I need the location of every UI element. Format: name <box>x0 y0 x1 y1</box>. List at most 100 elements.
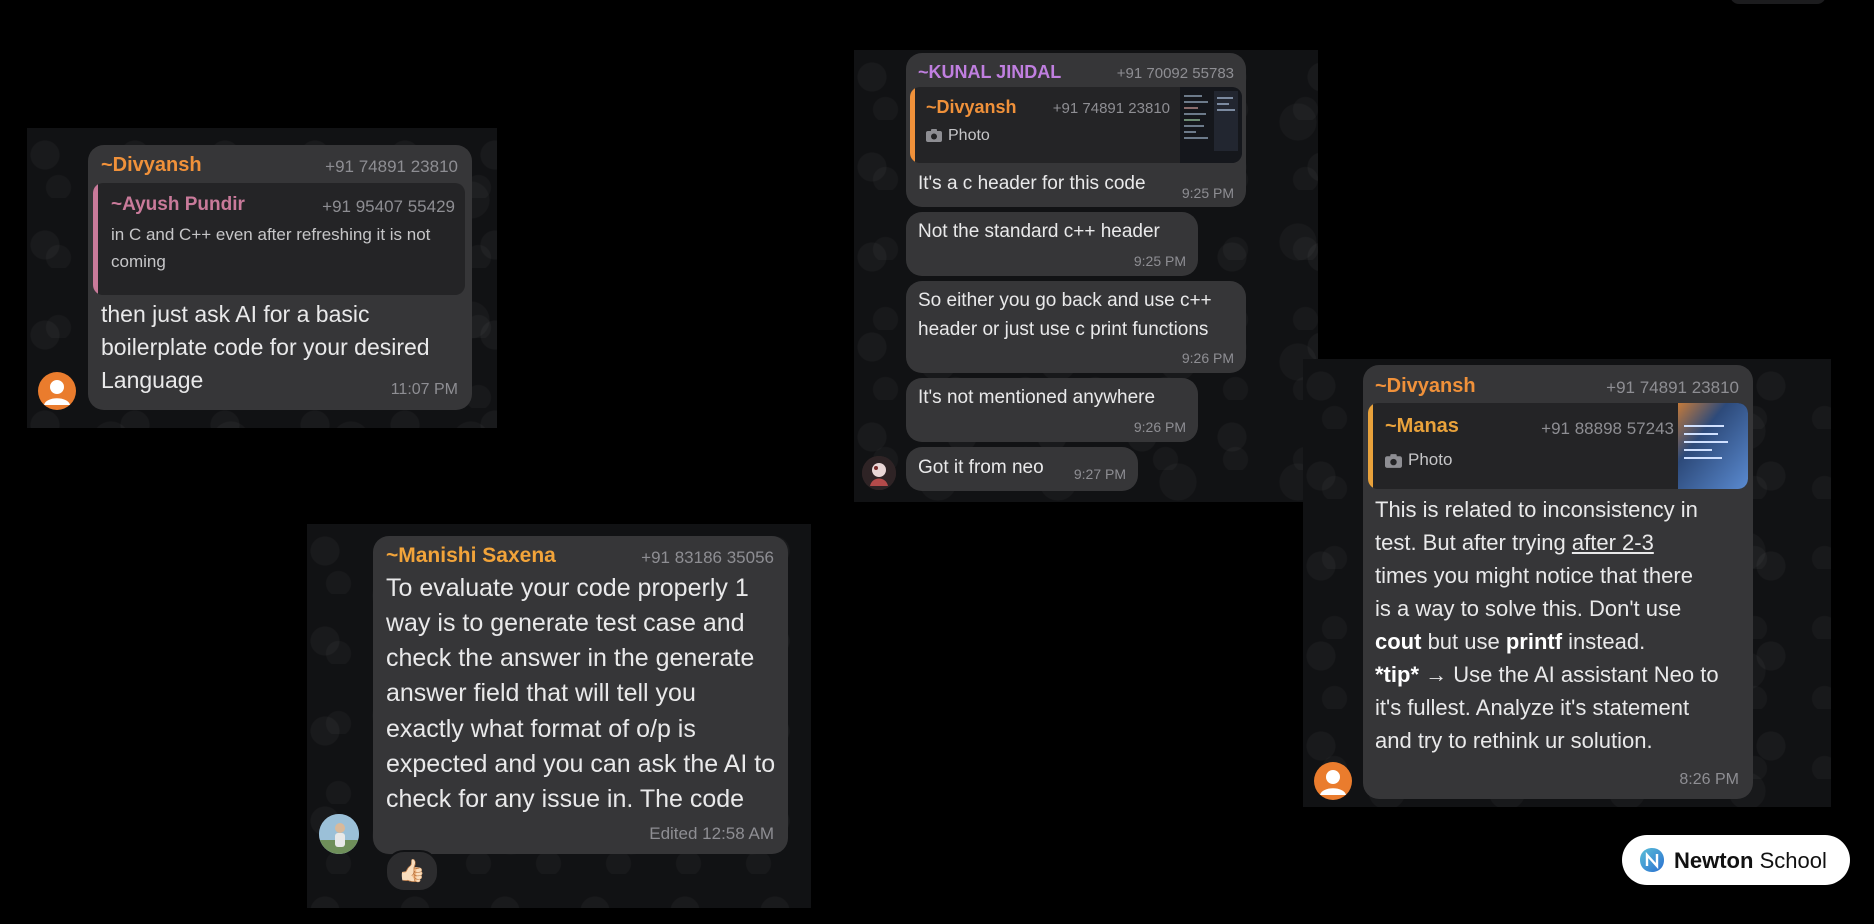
edited-label: Edited <box>649 824 698 843</box>
avatar[interactable] <box>319 814 359 854</box>
message-text-line: cout but use printf instead. <box>1375 629 1645 655</box>
quoted-sender-phone: +91 74891 23810 <box>1052 100 1170 117</box>
text-run: but use <box>1421 629 1506 654</box>
message-time: 9:26 PM <box>1133 419 1186 435</box>
message-text-line: header or just use c print functions <box>918 319 1209 340</box>
bold-keyword: printf <box>1505 629 1563 654</box>
message-text-line: and try to rethink ur solution. <box>1375 728 1653 753</box>
bold-keyword: cout <box>1375 629 1422 654</box>
message-time: 9:26 PM <box>1181 350 1234 366</box>
user-photo-icon <box>862 456 896 490</box>
reaction-badge[interactable]: 👍🏻 <box>385 850 439 892</box>
brand-name-rest: School <box>1753 848 1827 873</box>
message-bubble[interactable]: ~Divyansh +91 74891 23810 ~Manas +91 888… <box>1363 365 1753 799</box>
sender-phone: +91 74891 23810 <box>325 157 458 176</box>
default-avatar-icon <box>1320 770 1346 795</box>
message-text-line: boilerplate code for your desired <box>101 334 430 360</box>
quote-bar <box>93 183 98 295</box>
message-text-line: way is to generate test case and <box>386 609 745 637</box>
message-bubble[interactable]: Got it from neo 9:27 PM <box>906 447 1138 491</box>
avatar[interactable] <box>38 372 76 410</box>
code-screenshot-icon <box>1180 87 1242 163</box>
sender-name[interactable]: ~KUNAL JINDAL <box>918 62 1061 83</box>
message-time: 9:27 PM <box>1073 466 1126 482</box>
brand-name: Newton School <box>1674 848 1827 874</box>
message-bubble[interactable]: ~KUNAL JINDAL +91 70092 55783 ~Divyansh … <box>906 53 1246 207</box>
brand-badge[interactable]: Newton School <box>1622 835 1850 885</box>
message-text-line: expected and you can ask the AI to <box>386 750 776 778</box>
message-text-line: check for any issue in. The code <box>386 785 745 813</box>
message-time: 11:07 PM <box>390 381 458 398</box>
sender-phone: +91 74891 23810 <box>1606 378 1739 397</box>
user-photo-icon <box>319 814 359 854</box>
camera-icon <box>1385 453 1402 468</box>
reply-quote[interactable]: ~Divyansh +91 74891 23810 Photo <box>910 87 1242 163</box>
partial-button[interactable] <box>1730 0 1826 4</box>
message-text-line: then just ask AI for a basic <box>101 301 370 327</box>
message-time: 8:26 PM <box>1679 771 1739 788</box>
sender-name[interactable]: ~Manishi Saxena <box>386 544 556 568</box>
message-text-line: times you might notice that there <box>1375 563 1693 588</box>
thumbs-up-icon: 👍🏻 <box>398 858 426 883</box>
quote-bar <box>1368 403 1373 489</box>
message-bubble[interactable]: It's not mentioned anywhere 9:26 PM <box>906 378 1198 442</box>
sender-phone: +91 70092 55783 <box>1116 65 1234 82</box>
date-link[interactable]: after 2-3 <box>1572 530 1654 555</box>
quoted-sender-name: ~Ayush Pundir <box>111 194 245 215</box>
message-text-line: is a way to solve this. Don't use <box>1375 596 1682 621</box>
text-run: test. But after trying <box>1375 530 1572 555</box>
quoted-sender-name: ~Manas <box>1385 415 1459 437</box>
quoted-sender-phone: +91 95407 55429 <box>322 197 455 216</box>
message-text-line: test. But after trying after 2-3 <box>1375 530 1654 556</box>
default-avatar-icon <box>44 380 70 405</box>
quoted-text-line: in C and C++ even after refreshing it is… <box>111 225 431 244</box>
quoted-media-label: Photo <box>926 127 990 145</box>
time-label: 12:58 AM <box>702 824 774 843</box>
quote-bar <box>910 87 915 163</box>
photo-thumbnail[interactable] <box>1678 403 1748 489</box>
message-text-line: This is related to inconsistency in <box>1375 497 1698 522</box>
text-run: instead. <box>1562 629 1646 654</box>
chat-panel-4: ~Divyansh +91 74891 23810 ~Manas +91 888… <box>1303 359 1831 807</box>
message-text-line: It's a c header for this code <box>918 173 1146 194</box>
chat-panel-3: ~KUNAL JINDAL +91 70092 55783 ~Divyansh … <box>854 50 1318 502</box>
message-text-line: it's fullest. Analyze it's statement <box>1375 695 1690 720</box>
reply-quote[interactable]: ~Ayush Pundir +91 95407 55429 in C and C… <box>93 183 465 295</box>
avatar[interactable] <box>862 456 896 490</box>
quoted-sender-name: ~Divyansh <box>926 97 1017 117</box>
camera-icon <box>926 129 942 143</box>
chat-panel-2: ~Manishi Saxena +91 83186 35056 To evalu… <box>307 524 811 908</box>
message-bubble[interactable]: ~Divyansh +91 74891 23810 ~Ayush Pundir … <box>88 145 472 410</box>
photo-label: Photo <box>1408 450 1453 469</box>
avatar[interactable] <box>1314 762 1352 800</box>
sender-phone: +91 83186 35056 <box>641 548 774 567</box>
photo-label: Photo <box>948 127 990 144</box>
message-text-line: So either you go back and use c++ <box>918 290 1212 311</box>
sender-name[interactable]: ~Divyansh <box>1375 375 1476 398</box>
message-bubble[interactable]: ~Manishi Saxena +91 83186 35056 To evalu… <box>373 536 788 854</box>
bold-keyword: *tip* <box>1375 662 1419 687</box>
photo-thumbnail[interactable] <box>1180 87 1242 163</box>
message-bubble[interactable]: So either you go back and use c++ header… <box>906 281 1246 373</box>
newton-logo-icon <box>1640 848 1664 872</box>
message-text-line: exactly what format of o/p is <box>386 715 696 743</box>
screen-photo-icon <box>1678 403 1748 489</box>
reply-quote[interactable]: ~Manas +91 88898 57243 Photo <box>1368 403 1748 489</box>
message-time: Edited 12:58 AM <box>649 824 774 844</box>
quoted-media-label: Photo <box>1385 450 1452 470</box>
message-text-line: To evaluate your code properly 1 <box>386 574 749 602</box>
message-text-line: Not the standard c++ header <box>918 221 1160 242</box>
message-bubble[interactable]: Not the standard c++ header 9:25 PM <box>906 212 1198 276</box>
message-text-line: Language <box>101 367 204 393</box>
message-text-line: It's not mentioned anywhere <box>918 387 1156 408</box>
text-run: → Use the AI assistant Neo to <box>1419 662 1719 687</box>
brand-name-bold: Newton <box>1674 848 1754 873</box>
sender-name[interactable]: ~Divyansh <box>101 154 202 177</box>
message-time: 9:25 PM <box>1133 253 1186 269</box>
message-time: 9:25 PM <box>1181 185 1234 201</box>
message-text-line: check the answer in the generate <box>386 644 755 672</box>
message-text-line: answer field that will tell you <box>386 679 696 707</box>
message-text-line: Got it from neo <box>918 457 1044 478</box>
chat-panel-1: ~Divyansh +91 74891 23810 ~Ayush Pundir … <box>27 128 497 428</box>
message-text-line: *tip* → Use the AI assistant Neo to <box>1375 662 1719 688</box>
